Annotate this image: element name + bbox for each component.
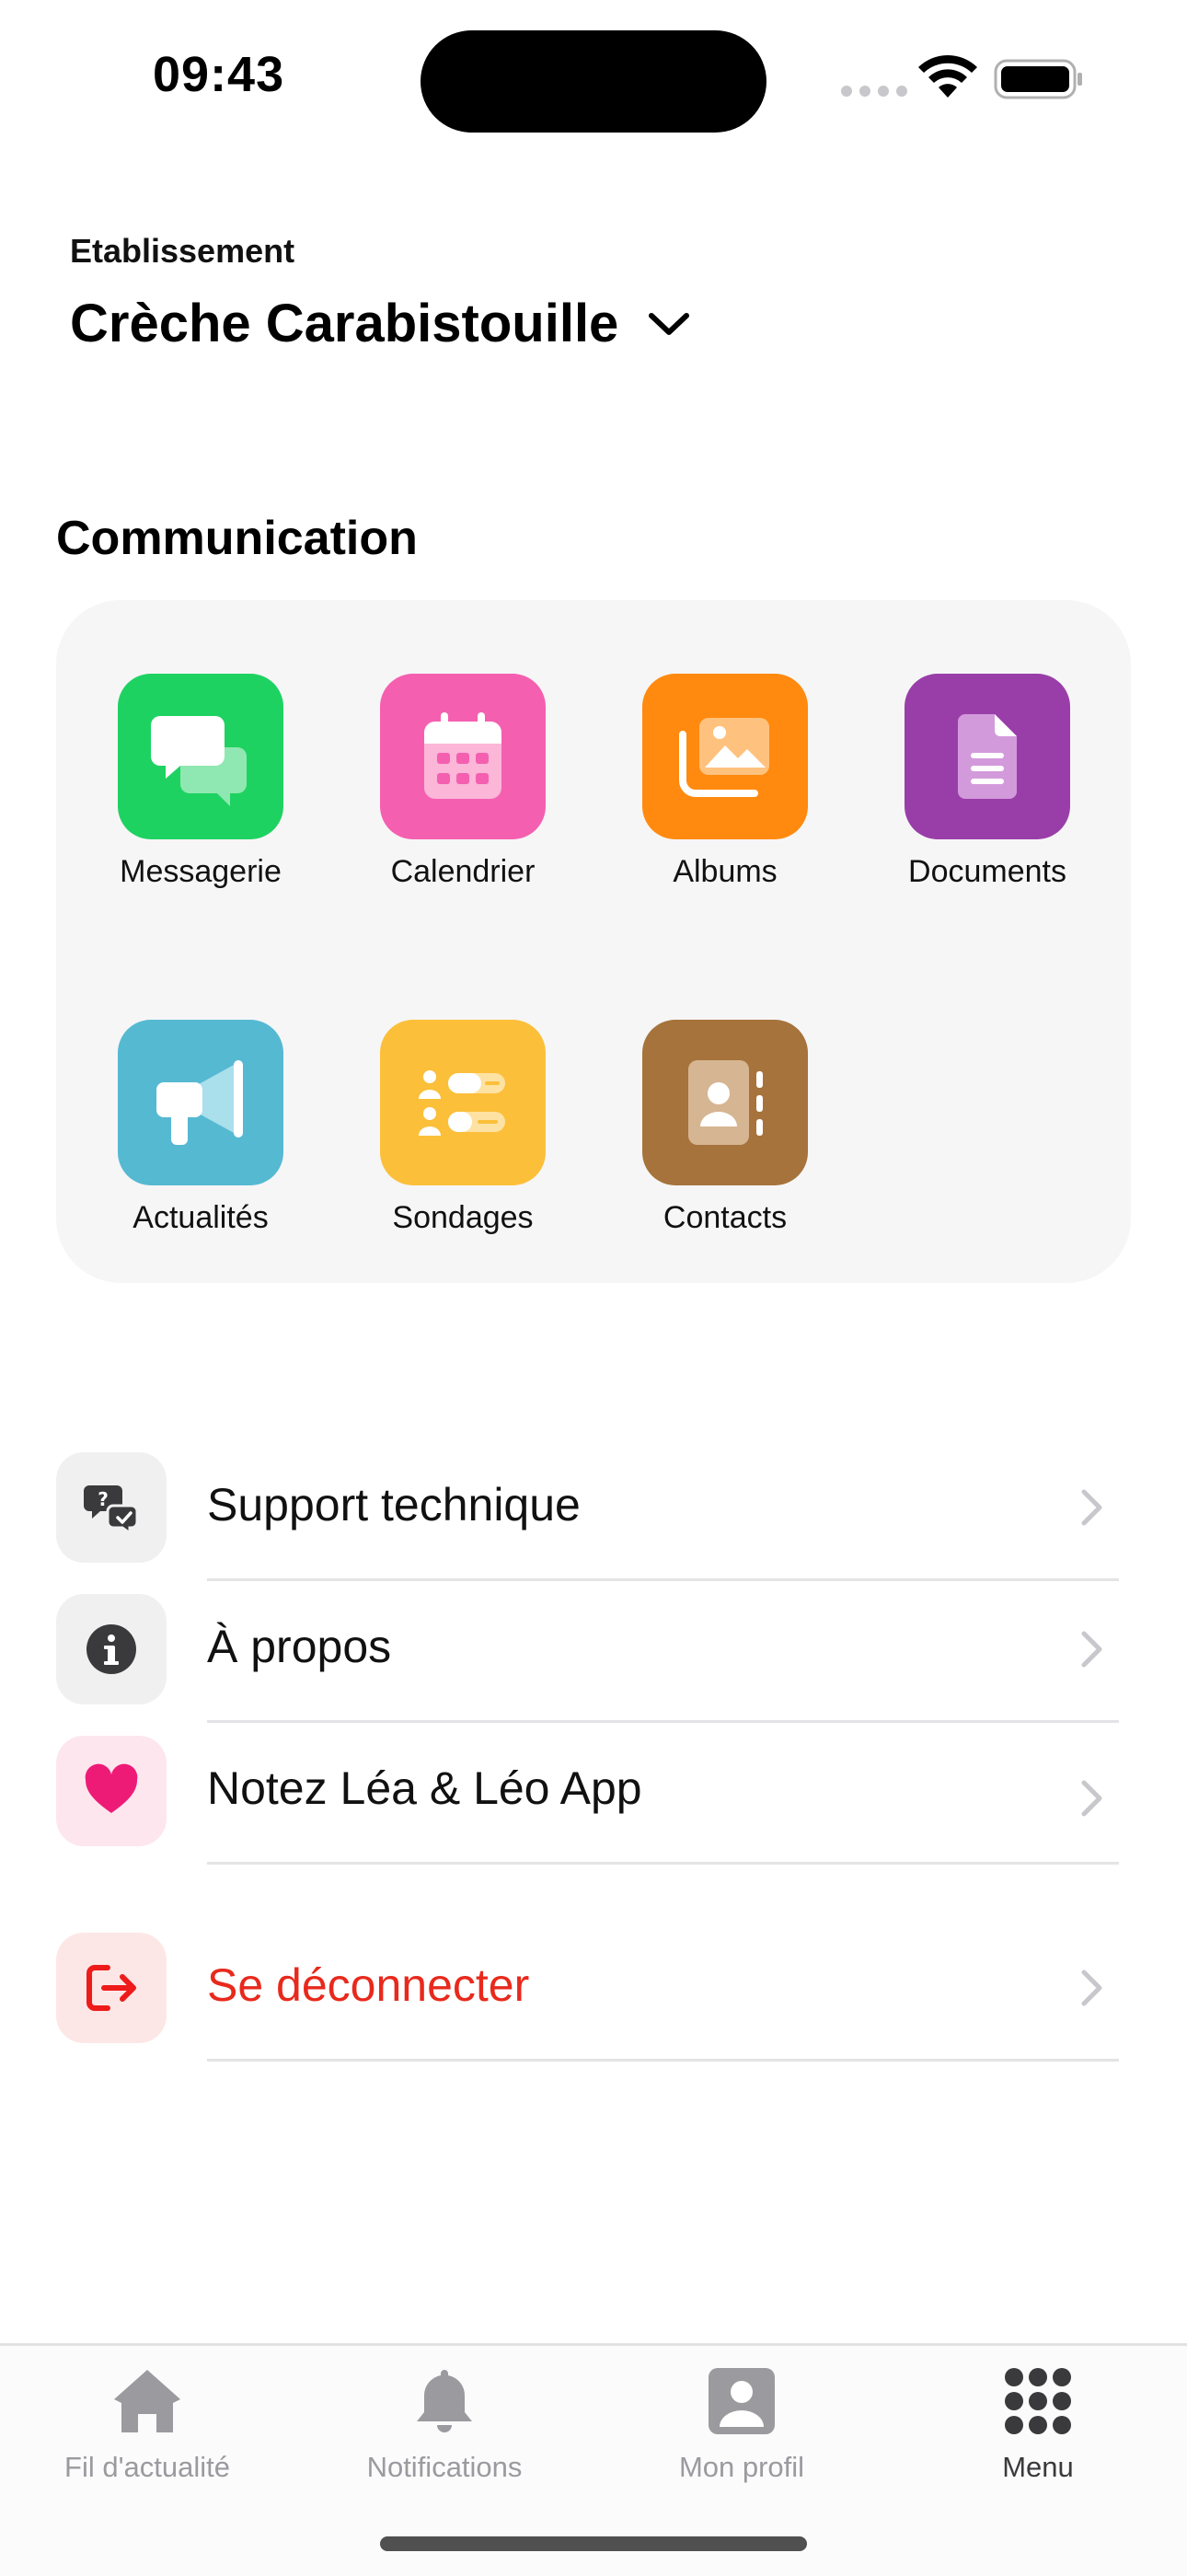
establishment-name: Crèche Carabistouille: [70, 294, 619, 353]
logout-icon: [86, 1965, 136, 2011]
menu-item-about[interactable]: À propos: [56, 1594, 1119, 1723]
chevron-right-icon: [1081, 1631, 1102, 1668]
section-title-communication: Communication: [56, 512, 418, 565]
menu-item-label: Se déconnecter: [207, 1959, 530, 2011]
feature-calendrier[interactable]: Calendrier: [318, 674, 558, 922]
svg-text:?: ?: [98, 1488, 109, 1510]
chat-bubbles-icon: [151, 716, 247, 806]
battery-icon: [994, 59, 1082, 99]
feature-albums[interactable]: Albums: [581, 674, 820, 922]
feature-icon-tile: [118, 1020, 283, 1185]
divider: [207, 2059, 1119, 2062]
tab-notifications[interactable]: Notifications: [306, 2364, 582, 2502]
row-icon-tile: [56, 1736, 167, 1846]
feature-icon-tile: [380, 1020, 546, 1185]
poll-icon: [419, 1070, 505, 1136]
support-chat-icon: ?: [84, 1485, 139, 1535]
calendar-icon: [424, 712, 501, 799]
menu-item-logout[interactable]: Se déconnecter: [56, 1933, 1119, 2062]
chevron-down-icon: [649, 312, 690, 335]
dynamic-island: [421, 30, 766, 133]
feature-contacts[interactable]: Contacts: [581, 1020, 820, 1268]
feature-icon-tile: [905, 674, 1070, 839]
grid-menu-icon: [1005, 2368, 1071, 2434]
feature-icon-tile: [380, 674, 546, 839]
menu-item-rate-app[interactable]: Notez Léa & Léo App: [56, 1736, 1119, 1865]
establishment-label: Etablissement: [70, 232, 295, 270]
row-icon-tile: [56, 1594, 167, 1704]
home-icon: [114, 2370, 180, 2432]
chevron-right-icon: [1081, 1780, 1102, 1817]
contact-book-icon: [688, 1060, 763, 1145]
megaphone-icon: [156, 1060, 243, 1145]
tab-menu[interactable]: Menu: [900, 2364, 1176, 2502]
feature-icon-tile: [642, 1020, 808, 1185]
tab-profile[interactable]: Mon profil: [604, 2364, 880, 2502]
feature-actualites[interactable]: Actualités: [56, 1020, 295, 1268]
status-bar: 09:43: [0, 0, 1187, 156]
row-icon-tile: ?: [56, 1452, 167, 1563]
document-icon: [958, 714, 1017, 799]
cellular-signal-icon: [841, 86, 907, 97]
home-indicator[interactable]: [380, 2536, 807, 2551]
divider: [207, 1720, 1119, 1723]
feature-sondages[interactable]: Sondages: [318, 1020, 558, 1268]
heart-icon: [85, 1763, 138, 1813]
divider: [207, 1578, 1119, 1581]
chevron-right-icon: [1081, 1489, 1102, 1526]
bell-icon: [417, 2370, 472, 2432]
tab-feed[interactable]: Fil d'actualité: [9, 2364, 285, 2502]
profile-icon: [709, 2368, 775, 2434]
tab-label: Notifications: [366, 2451, 523, 2483]
menu-item-support[interactable]: ? Support technique: [56, 1452, 1119, 1581]
tab-label: Mon profil: [678, 2451, 805, 2483]
establishment-selector[interactable]: Crèche Carabistouille: [70, 293, 692, 354]
feature-messagerie[interactable]: Messagerie: [56, 674, 295, 922]
feature-icon-tile: [118, 674, 283, 839]
feature-label: Contacts: [663, 1200, 788, 1235]
feature-icon-tile: [642, 674, 808, 839]
info-icon: [86, 1624, 136, 1674]
divider: [207, 1862, 1119, 1865]
menu-item-label: À propos: [207, 1621, 392, 1672]
status-time: 09:43: [153, 47, 285, 102]
row-icon-tile: [56, 1933, 167, 2043]
menu-item-label: Support technique: [207, 1479, 581, 1531]
tab-label: Fil d'actualité: [64, 2451, 230, 2483]
menu-item-label: Notez Léa & Léo App: [207, 1762, 642, 1814]
chevron-right-icon: [1081, 1970, 1102, 2006]
tab-label: Menu: [1002, 2451, 1074, 2483]
photo-album-icon: [679, 718, 769, 797]
feature-label: Documents: [908, 854, 1066, 889]
feature-documents[interactable]: Documents: [843, 674, 1082, 922]
communication-card: Messagerie Calendrier Albums Documents A…: [56, 600, 1131, 1283]
wifi-icon: [918, 55, 977, 98]
